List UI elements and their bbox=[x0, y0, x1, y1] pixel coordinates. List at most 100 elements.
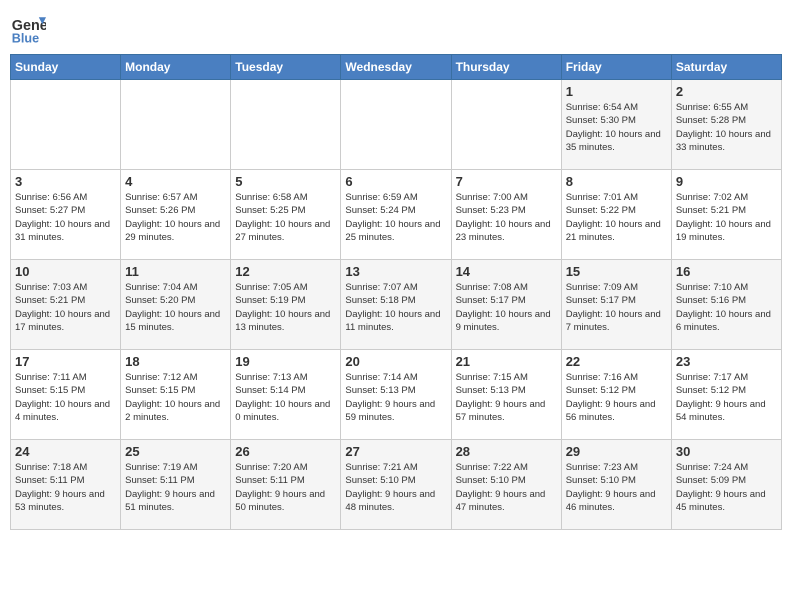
day-info: Sunrise: 7:04 AM Sunset: 5:20 PM Dayligh… bbox=[125, 281, 226, 334]
calendar-body: 1 Sunrise: 6:54 AM Sunset: 5:30 PM Daylig… bbox=[11, 80, 782, 530]
day-number: 9 bbox=[676, 174, 777, 189]
day-info: Sunrise: 6:58 AM Sunset: 5:25 PM Dayligh… bbox=[235, 191, 336, 244]
day-number: 1 bbox=[566, 84, 667, 99]
day-info: Sunrise: 6:54 AM Sunset: 5:30 PM Dayligh… bbox=[566, 101, 667, 154]
calendar-cell: 13 Sunrise: 7:07 AM Sunset: 5:18 PM Dayli… bbox=[341, 260, 451, 350]
day-number: 15 bbox=[566, 264, 667, 279]
calendar-cell bbox=[121, 80, 231, 170]
page-header: General Blue bbox=[10, 10, 782, 46]
calendar-cell: 9 Sunrise: 7:02 AM Sunset: 5:21 PM Daylig… bbox=[671, 170, 781, 260]
day-number: 5 bbox=[235, 174, 336, 189]
calendar-cell: 11 Sunrise: 7:04 AM Sunset: 5:20 PM Dayli… bbox=[121, 260, 231, 350]
calendar-cell bbox=[451, 80, 561, 170]
day-number: 22 bbox=[566, 354, 667, 369]
calendar-cell: 19 Sunrise: 7:13 AM Sunset: 5:14 PM Dayli… bbox=[231, 350, 341, 440]
calendar-cell: 22 Sunrise: 7:16 AM Sunset: 5:12 PM Dayli… bbox=[561, 350, 671, 440]
day-number: 27 bbox=[345, 444, 446, 459]
day-number: 17 bbox=[15, 354, 116, 369]
day-number: 7 bbox=[456, 174, 557, 189]
day-info: Sunrise: 7:00 AM Sunset: 5:23 PM Dayligh… bbox=[456, 191, 557, 244]
calendar-week-row: 10 Sunrise: 7:03 AM Sunset: 5:21 PM Dayli… bbox=[11, 260, 782, 350]
calendar-cell: 14Sunrise: 7:08 AM Sunset: 5:17 PM Dayli… bbox=[451, 260, 561, 350]
day-number: 25 bbox=[125, 444, 226, 459]
day-info: Sunrise: 7:21 AM Sunset: 5:10 PM Dayligh… bbox=[345, 461, 446, 514]
calendar-cell: 29 Sunrise: 7:23 AM Sunset: 5:10 PM Dayli… bbox=[561, 440, 671, 530]
calendar-week-row: 1 Sunrise: 6:54 AM Sunset: 5:30 PM Daylig… bbox=[11, 80, 782, 170]
day-number: 2 bbox=[676, 84, 777, 99]
day-info: Sunrise: 6:55 AM Sunset: 5:28 PM Dayligh… bbox=[676, 101, 777, 154]
weekday-header: Tuesday bbox=[231, 55, 341, 80]
calendar-cell: 18 Sunrise: 7:12 AM Sunset: 5:15 PM Dayli… bbox=[121, 350, 231, 440]
day-info: Sunrise: 7:01 AM Sunset: 5:22 PM Dayligh… bbox=[566, 191, 667, 244]
calendar-cell: 2 Sunrise: 6:55 AM Sunset: 5:28 PM Daylig… bbox=[671, 80, 781, 170]
weekday-header: Sunday bbox=[11, 55, 121, 80]
calendar-cell: 17Sunrise: 7:11 AM Sunset: 5:15 PM Dayli… bbox=[11, 350, 121, 440]
weekday-header: Saturday bbox=[671, 55, 781, 80]
weekday-header: Thursday bbox=[451, 55, 561, 80]
calendar-table: SundayMondayTuesdayWednesdayThursdayFrid… bbox=[10, 54, 782, 530]
calendar-cell: 23 Sunrise: 7:17 AM Sunset: 5:12 PM Dayli… bbox=[671, 350, 781, 440]
calendar-cell: 12Sunrise: 7:05 AM Sunset: 5:19 PM Dayli… bbox=[231, 260, 341, 350]
day-number: 11 bbox=[125, 264, 226, 279]
day-number: 30 bbox=[676, 444, 777, 459]
day-number: 24 bbox=[15, 444, 116, 459]
calendar-cell: 1 Sunrise: 6:54 AM Sunset: 5:30 PM Daylig… bbox=[561, 80, 671, 170]
day-number: 18 bbox=[125, 354, 226, 369]
day-number: 19 bbox=[235, 354, 336, 369]
day-info: Sunrise: 6:56 AM Sunset: 5:27 PM Dayligh… bbox=[15, 191, 116, 244]
day-number: 10 bbox=[15, 264, 116, 279]
day-info: Sunrise: 6:57 AM Sunset: 5:26 PM Dayligh… bbox=[125, 191, 226, 244]
day-number: 6 bbox=[345, 174, 446, 189]
day-info: Sunrise: 7:13 AM Sunset: 5:14 PM Dayligh… bbox=[235, 371, 336, 424]
day-info: Sunrise: 7:23 AM Sunset: 5:10 PM Dayligh… bbox=[566, 461, 667, 514]
day-info: Sunrise: 7:14 AM Sunset: 5:13 PM Dayligh… bbox=[345, 371, 446, 424]
calendar-cell bbox=[231, 80, 341, 170]
calendar-week-row: 3 Sunrise: 6:56 AM Sunset: 5:27 PM Daylig… bbox=[11, 170, 782, 260]
weekday-header: Friday bbox=[561, 55, 671, 80]
day-info: Sunrise: 6:59 AM Sunset: 5:24 PM Dayligh… bbox=[345, 191, 446, 244]
day-info: Sunrise: 7:22 AM Sunset: 5:10 PM Dayligh… bbox=[456, 461, 557, 514]
day-info: Sunrise: 7:17 AM Sunset: 5:12 PM Dayligh… bbox=[676, 371, 777, 424]
calendar-cell: 6 Sunrise: 6:59 AM Sunset: 5:24 PM Daylig… bbox=[341, 170, 451, 260]
calendar-cell: 25 Sunrise: 7:19 AM Sunset: 5:11 PM Dayli… bbox=[121, 440, 231, 530]
day-info: Sunrise: 7:08 AM Sunset: 5:17 PM Dayligh… bbox=[456, 281, 557, 334]
day-info: Sunrise: 7:24 AM Sunset: 5:09 PM Dayligh… bbox=[676, 461, 777, 514]
calendar-cell: 8 Sunrise: 7:01 AM Sunset: 5:22 PM Daylig… bbox=[561, 170, 671, 260]
calendar-week-row: 17Sunrise: 7:11 AM Sunset: 5:15 PM Dayli… bbox=[11, 350, 782, 440]
calendar-cell: 5 Sunrise: 6:58 AM Sunset: 5:25 PM Daylig… bbox=[231, 170, 341, 260]
day-info: Sunrise: 7:03 AM Sunset: 5:21 PM Dayligh… bbox=[15, 281, 116, 334]
day-info: Sunrise: 7:02 AM Sunset: 5:21 PM Dayligh… bbox=[676, 191, 777, 244]
logo-icon: General Blue bbox=[10, 10, 46, 46]
calendar-cell: 15Sunrise: 7:09 AM Sunset: 5:17 PM Dayli… bbox=[561, 260, 671, 350]
day-info: Sunrise: 7:15 AM Sunset: 5:13 PM Dayligh… bbox=[456, 371, 557, 424]
calendar-cell: 10 Sunrise: 7:03 AM Sunset: 5:21 PM Dayli… bbox=[11, 260, 121, 350]
day-number: 20 bbox=[345, 354, 446, 369]
day-info: Sunrise: 7:07 AM Sunset: 5:18 PM Dayligh… bbox=[345, 281, 446, 334]
day-info: Sunrise: 7:19 AM Sunset: 5:11 PM Dayligh… bbox=[125, 461, 226, 514]
day-number: 8 bbox=[566, 174, 667, 189]
day-number: 3 bbox=[15, 174, 116, 189]
day-number: 16 bbox=[676, 264, 777, 279]
calendar-cell: 26Sunrise: 7:20 AM Sunset: 5:11 PM Dayli… bbox=[231, 440, 341, 530]
logo: General Blue bbox=[10, 10, 46, 46]
day-number: 29 bbox=[566, 444, 667, 459]
calendar-cell: 24Sunrise: 7:18 AM Sunset: 5:11 PM Dayli… bbox=[11, 440, 121, 530]
calendar-cell bbox=[11, 80, 121, 170]
weekday-header: Wednesday bbox=[341, 55, 451, 80]
day-number: 13 bbox=[345, 264, 446, 279]
weekday-header: Monday bbox=[121, 55, 231, 80]
day-info: Sunrise: 7:10 AM Sunset: 5:16 PM Dayligh… bbox=[676, 281, 777, 334]
calendar-cell: 27 Sunrise: 7:21 AM Sunset: 5:10 PM Dayli… bbox=[341, 440, 451, 530]
calendar-week-row: 24Sunrise: 7:18 AM Sunset: 5:11 PM Dayli… bbox=[11, 440, 782, 530]
day-info: Sunrise: 7:16 AM Sunset: 5:12 PM Dayligh… bbox=[566, 371, 667, 424]
day-number: 26 bbox=[235, 444, 336, 459]
day-number: 21 bbox=[456, 354, 557, 369]
calendar-cell: 7 Sunrise: 7:00 AM Sunset: 5:23 PM Daylig… bbox=[451, 170, 561, 260]
calendar-cell: 16 Sunrise: 7:10 AM Sunset: 5:16 PM Dayli… bbox=[671, 260, 781, 350]
day-number: 23 bbox=[676, 354, 777, 369]
calendar-cell: 30 Sunrise: 7:24 AM Sunset: 5:09 PM Dayli… bbox=[671, 440, 781, 530]
day-info: Sunrise: 7:12 AM Sunset: 5:15 PM Dayligh… bbox=[125, 371, 226, 424]
calendar-cell: 28Sunrise: 7:22 AM Sunset: 5:10 PM Dayli… bbox=[451, 440, 561, 530]
calendar-cell: 20 Sunrise: 7:14 AM Sunset: 5:13 PM Dayli… bbox=[341, 350, 451, 440]
day-number: 4 bbox=[125, 174, 226, 189]
